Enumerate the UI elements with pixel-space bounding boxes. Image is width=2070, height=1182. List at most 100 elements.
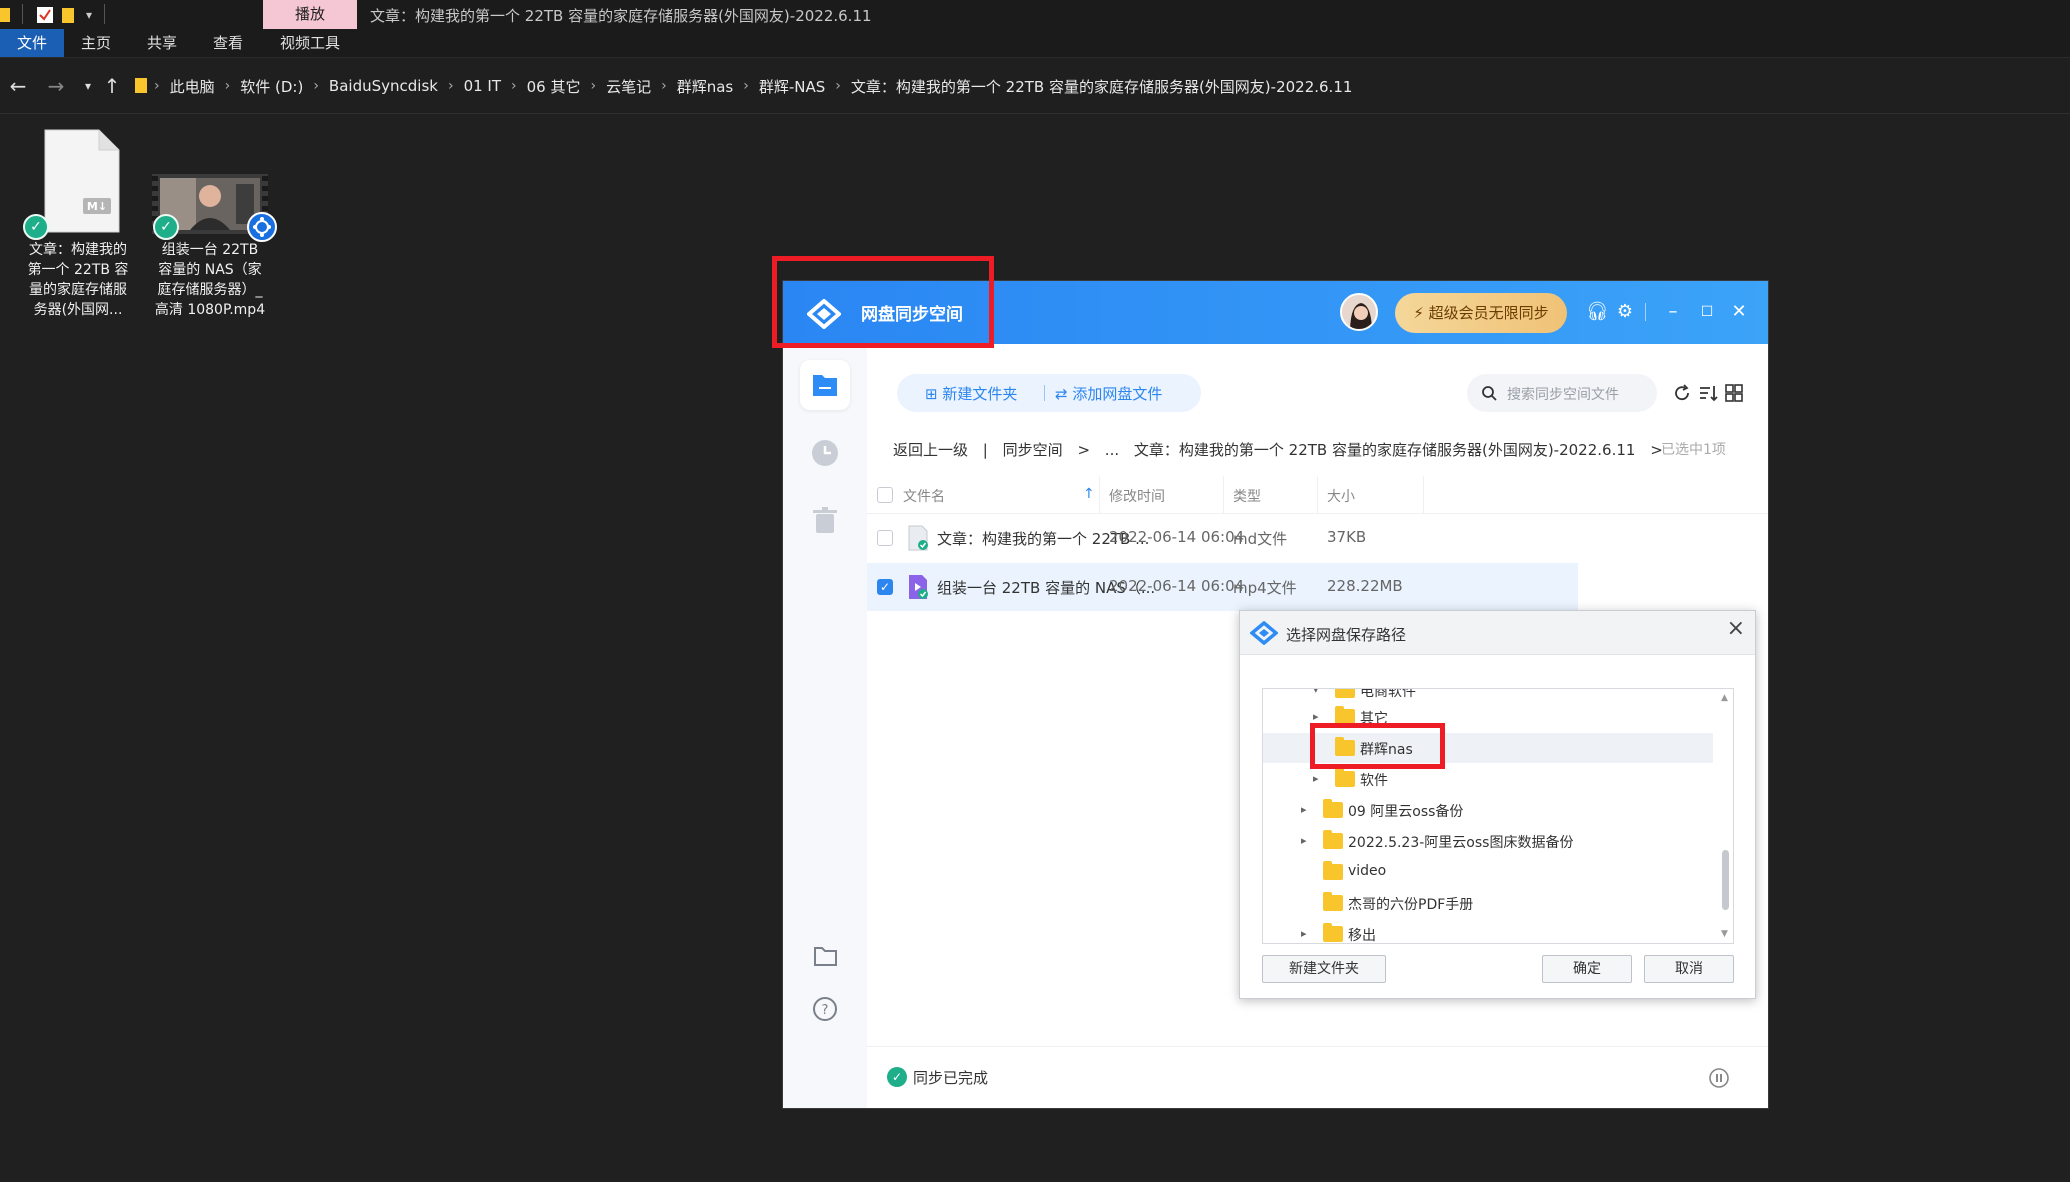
breadcrumb-separator[interactable]: ›	[588, 78, 598, 94]
context-tab-play[interactable]: 播放	[263, 0, 357, 29]
breadcrumb-ellipsis[interactable]: ...	[1105, 441, 1119, 459]
breadcrumb-item[interactable]: 01 IT	[456, 77, 509, 95]
scrollbar[interactable]: ▲ ▼	[1719, 693, 1731, 939]
breadcrumb-separator[interactable]: ›	[223, 78, 233, 94]
breadcrumb-item[interactable]: BaiduSyncdisk	[321, 77, 446, 95]
sort-icon[interactable]	[1697, 382, 1719, 404]
folder-icon	[1335, 689, 1355, 698]
grid-view-icon[interactable]	[1723, 382, 1745, 404]
back-arrow-icon[interactable]: ←	[6, 74, 30, 98]
row-checkbox-checked[interactable]: ✓	[877, 579, 893, 595]
tree-node[interactable]: video	[1263, 857, 1713, 887]
add-netdisk-file-button[interactable]: ⇄ 添加网盘文件	[1055, 383, 1162, 404]
column-header-modified[interactable]: 修改时间	[1109, 486, 1165, 506]
tree-node[interactable]: ▸ 2022.5.23-阿里云oss图床数据备份	[1263, 826, 1713, 856]
sidebar-item-sync-files[interactable]	[800, 360, 850, 410]
breadcrumb-separator: |	[982, 441, 988, 459]
breadcrumb-item[interactable]: 软件 (D:)	[232, 76, 311, 97]
table-row[interactable]: 文章：构建我的第一个 22TB ... 2022-06-14 06:04 md文…	[867, 514, 1578, 562]
tree-node[interactable]: 杰哥的六份PDF手册	[1263, 888, 1713, 918]
forward-arrow-icon[interactable]: →	[44, 74, 68, 98]
breadcrumb-item[interactable]: 此电脑	[162, 76, 223, 97]
divider	[1223, 476, 1224, 514]
file-name-line: 容量的 NAS（家	[158, 262, 262, 278]
folder-outline-icon	[814, 947, 837, 966]
type-cell: md文件	[1233, 530, 1288, 548]
breadcrumb-separator[interactable]: ›	[659, 78, 669, 94]
close-icon[interactable]: ✕	[1728, 301, 1750, 323]
maximize-icon[interactable]: ☐	[1696, 301, 1718, 323]
tab-view[interactable]: 查看	[202, 29, 254, 57]
trash-icon	[813, 507, 837, 533]
tree-expand-icon[interactable]: ▸	[1301, 927, 1307, 940]
minimize-icon[interactable]: –	[1662, 301, 1684, 323]
breadcrumb-separator[interactable]: ›	[446, 78, 456, 94]
scroll-down-icon[interactable]: ▼	[1721, 929, 1728, 939]
tab-home[interactable]: 主页	[70, 29, 122, 57]
tree-node[interactable]: ▸ 移出	[1263, 919, 1713, 943]
type-cell: mp4文件	[1233, 579, 1297, 597]
tree-expand-icon[interactable]: ▸	[1301, 834, 1307, 847]
breadcrumb-item[interactable]: 群辉-NAS	[751, 76, 833, 97]
table-row-selected[interactable]: ✓ 组装一台 22TB 容量的 NAS（... 2022-06-14 06:04…	[867, 563, 1578, 611]
up-arrow-icon[interactable]: ↑	[100, 74, 124, 98]
tab-share[interactable]: 共享	[136, 29, 188, 57]
tree-node[interactable]: ▸ 09 阿里云oss备份	[1263, 795, 1713, 825]
breadcrumb-item[interactable]: 06 其它	[519, 76, 589, 97]
vip-upgrade-button[interactable]: ⚡ 超级会员无限同步	[1395, 293, 1567, 333]
new-folder-icon[interactable]	[60, 6, 78, 24]
sort-asc-icon[interactable]: ↑	[1083, 486, 1095, 502]
breadcrumb-separator[interactable]: ›	[741, 78, 751, 94]
row-checkbox[interactable]	[877, 530, 893, 546]
tree-expand-icon[interactable]: ▸	[1301, 803, 1307, 816]
tab-video-tools[interactable]: 视频工具	[268, 29, 352, 57]
tree-expand-icon[interactable]: ▸	[1313, 710, 1319, 723]
explorer-titlebar: ▾ 播放 文章：构建我的第一个 22TB 容量的家庭存储服务器(外国网友)-20…	[0, 0, 2070, 29]
settings-icon[interactable]: ⚙︎	[1614, 301, 1636, 323]
sidebar-item-trash[interactable]	[800, 496, 850, 546]
avatar[interactable]	[1340, 293, 1378, 331]
file-item-video[interactable]: ✓ 组装一台 22TB 容量的 NAS（家 庭存储服务器）_ 高清 1080P.…	[148, 126, 277, 320]
breadcrumb-root[interactable]: 同步空间	[1003, 441, 1063, 459]
scroll-up-icon[interactable]: ▲	[1721, 693, 1728, 703]
close-icon[interactable]: ×	[1727, 616, 1745, 641]
annotation-highlight-box	[772, 256, 994, 348]
folder-icon	[813, 375, 837, 396]
tab-file[interactable]: 文件	[0, 29, 64, 57]
breadcrumb-item-current[interactable]: 文章：构建我的第一个 22TB 容量的家庭存储服务器(外国网友)-2022.6.…	[843, 76, 1361, 97]
file-name-line: 组装一台 22TB	[161, 242, 259, 258]
toolbar: ⊞ 新建文件夹 ⇄ 添加网盘文件	[897, 374, 1201, 412]
properties-icon[interactable]	[36, 6, 54, 24]
breadcrumb-separator[interactable]: ›	[509, 78, 519, 94]
help-button[interactable]: ?	[800, 984, 850, 1034]
select-all-checkbox[interactable]	[877, 487, 893, 503]
recent-locations-icon[interactable]: ▾	[76, 74, 100, 98]
search-input[interactable]: 搜索同步空间文件	[1467, 374, 1657, 412]
divider	[22, 4, 23, 24]
breadcrumb-separator[interactable]: ›	[833, 78, 843, 94]
cancel-button[interactable]: 取消	[1644, 955, 1734, 983]
refresh-icon[interactable]	[1671, 382, 1693, 404]
tree-expand-icon[interactable]: ▸	[1313, 772, 1319, 785]
breadcrumb-item[interactable]: 群辉nas	[669, 76, 742, 97]
column-header-size[interactable]: 大小	[1327, 486, 1355, 506]
scrollbar-thumb[interactable]	[1722, 850, 1729, 910]
pause-icon[interactable]	[1708, 1067, 1730, 1089]
open-folder-button[interactable]	[800, 931, 850, 981]
tree-node-label: 2022.5.23-阿里云oss图床数据备份	[1348, 835, 1574, 851]
quick-access-dropdown-icon[interactable]: ▾	[86, 6, 104, 24]
confirm-button[interactable]: 确定	[1542, 955, 1632, 983]
headset-support-icon[interactable]: 🎧︎	[1586, 301, 1609, 323]
sidebar-item-recent[interactable]	[800, 428, 850, 478]
column-header-name[interactable]: 文件名	[903, 486, 945, 506]
column-header-type[interactable]: 类型	[1233, 486, 1261, 506]
breadcrumb-separator[interactable]: ›	[311, 78, 321, 94]
new-folder-button[interactable]: 新建文件夹	[1262, 955, 1386, 983]
file-item-markdown[interactable]: M↓ ✓ 文章：构建我的 第一个 22TB 容 量的家庭存储服 务器(外国网..…	[16, 126, 140, 320]
back-up-link[interactable]: 返回上一级	[893, 441, 968, 459]
tree-expand-icon[interactable]: ▾	[1313, 689, 1319, 696]
breadcrumb-item[interactable]: 云笔记	[598, 76, 659, 97]
tree-node-label: 09 阿里云oss备份	[1348, 804, 1464, 820]
new-folder-button[interactable]: ⊞ 新建文件夹	[925, 383, 1017, 404]
folder-icon	[1323, 923, 1343, 942]
